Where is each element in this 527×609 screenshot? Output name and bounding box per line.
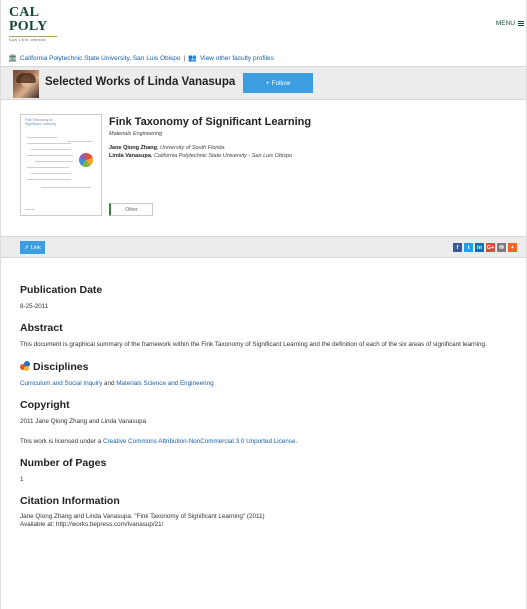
work-title[interactable]: Fink Taxonomy of Significant Learning xyxy=(109,116,311,128)
abstract-heading: Abstract xyxy=(20,322,63,334)
menu-label: MENU xyxy=(495,20,515,27)
logo-sub-text: SAN LUIS OBISPO xyxy=(9,38,47,42)
link-label: Link xyxy=(30,244,41,251)
abstract-text: This document is graphical summary of th… xyxy=(20,341,487,348)
thumbnail-line xyxy=(35,161,73,162)
menu-button[interactable]: MENU xyxy=(496,20,524,27)
external-link-icon: ↗ xyxy=(24,244,29,251)
author-line: Jane Qiong Zhang, University of South Fl… xyxy=(109,145,225,151)
other-profiles-link[interactable]: View other faculty profiles xyxy=(200,55,274,62)
follow-button[interactable]: + Follow xyxy=(243,73,313,93)
follow-label: Follow xyxy=(271,79,291,87)
link-button[interactable]: ↗ Link xyxy=(20,241,45,254)
author-affiliation: California Polytechnic State University … xyxy=(153,153,293,159)
author-name[interactable]: Jane Qiong Zhang xyxy=(109,145,157,151)
publication-date-heading: Publication Date xyxy=(20,284,103,296)
work-card: Fink Taxonomy of Significant Learning Fi… xyxy=(1,100,526,233)
license-prefix: This work is licensed under a xyxy=(20,438,102,445)
pages-value: 1 xyxy=(20,476,24,483)
author-line: Linda Vanasupa, California Polytechnic S… xyxy=(109,153,293,159)
main-content: Publication Date 8-25-2011 Abstract This… xyxy=(20,284,520,529)
citation-url: Available at: http://works.bepress.com/l… xyxy=(20,521,164,528)
hamburger-icon xyxy=(518,21,524,26)
thumbnail-line xyxy=(31,149,71,150)
thumbnail-line xyxy=(41,187,91,188)
email-icon[interactable]: ✉ xyxy=(497,243,506,252)
people-icon: 👥 xyxy=(188,55,197,62)
twitter-icon[interactable]: t xyxy=(464,243,473,252)
institution-link[interactable]: California Polytechnic State University,… xyxy=(20,55,181,62)
thumbnail-line xyxy=(27,167,69,168)
work-type-tab[interactable]: Other xyxy=(109,203,153,216)
plus-icon: + xyxy=(265,79,270,87)
profile-bar: Selected Works of Linda Vanasupa + Follo… xyxy=(1,66,526,100)
author-name[interactable]: Linda Vanasupa xyxy=(109,153,151,159)
breadcrumb-separator: | xyxy=(183,54,186,62)
logo-rule xyxy=(9,36,57,37)
thumbnail-pie-graphic xyxy=(79,153,93,167)
thumbnail-line xyxy=(27,155,73,156)
document-thumbnail[interactable]: Fink Taxonomy of Significant Learning xyxy=(20,114,102,216)
license-link[interactable]: Creative Commons Attribution-NonCommerci… xyxy=(103,438,297,445)
discipline-link[interactable]: Materials Science and Engineering xyxy=(116,380,213,387)
thumbnail-line xyxy=(27,179,71,180)
logo-main-text: CAL POLY xyxy=(9,5,48,34)
thumbnail-line xyxy=(27,137,57,138)
share-buttons: f t in G+ ✉ + xyxy=(453,243,517,252)
disciplines-list: Curriculum and Social Inquiry and Materi… xyxy=(20,379,520,388)
citation-text: Jane Qiong Zhang and Linda Vanasupa. "Fi… xyxy=(20,513,265,520)
citation-heading: Citation Information xyxy=(20,495,120,507)
work-department: Materials Engineering xyxy=(109,131,163,137)
copyright-text: 2011 Jane Qiong Zhang and Linda Vanasupa xyxy=(20,418,147,425)
disciplines-icon xyxy=(20,361,30,371)
facebook-icon[interactable]: f xyxy=(453,243,462,252)
pages-heading: Number of Pages xyxy=(20,457,107,469)
cal-poly-logo[interactable]: CAL POLY SAN LUIS OBISPO xyxy=(9,6,57,42)
page-title: Selected Works of Linda Vanasupa xyxy=(45,76,236,88)
publication-date-value: 8-25-2011 xyxy=(20,303,49,310)
avatar xyxy=(13,70,39,98)
breadcrumb: 🏛 California Polytechnic State Universit… xyxy=(8,54,274,63)
license-text: This work is licensed under a Creative C… xyxy=(20,437,520,446)
copyright-heading: Copyright xyxy=(20,399,70,411)
disciplines-heading: Disciplines xyxy=(20,361,520,373)
thumbnail-title: Fink Taxonomy of Significant Learning xyxy=(25,118,56,126)
action-bar: ↗ Link f t in G+ ✉ + xyxy=(1,236,526,258)
page: CAL POLY SAN LUIS OBISPO MENU 🏛 Californ… xyxy=(0,0,527,609)
discipline-joiner: and xyxy=(104,380,115,387)
thumbnail-line xyxy=(31,173,71,174)
discipline-link[interactable]: Curriculum and Social Inquiry xyxy=(20,380,102,387)
author-affiliation: University of South Florida xyxy=(160,145,225,151)
thumbnail-line xyxy=(67,141,93,142)
thumbnail-line xyxy=(27,143,71,144)
more-icon[interactable]: + xyxy=(508,243,517,252)
disciplines-heading-text: Disciplines xyxy=(33,361,89,373)
top-bar: CAL POLY SAN LUIS OBISPO MENU xyxy=(1,0,526,42)
linkedin-icon[interactable]: in xyxy=(475,243,484,252)
thumbnail-line xyxy=(25,209,35,210)
institution-icon: 🏛 xyxy=(8,55,17,62)
google-plus-icon[interactable]: G+ xyxy=(486,243,495,252)
